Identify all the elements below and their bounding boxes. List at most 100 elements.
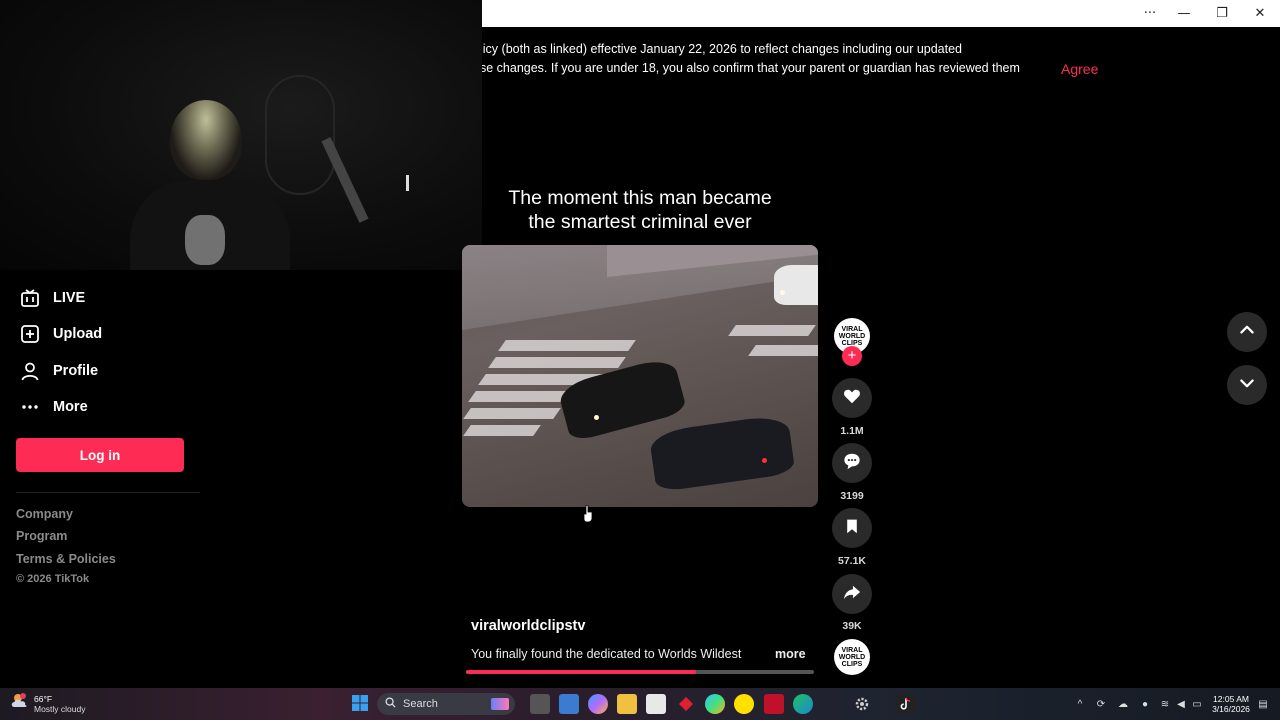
cloud-icon[interactable]: ☁ [1116, 697, 1130, 711]
chevron-up-icon [1239, 322, 1255, 343]
sidebar-item-label: LIVE [53, 290, 86, 306]
weather-temperature: 66°F [34, 693, 53, 704]
black-sports-car [556, 355, 688, 443]
wifi-icon[interactable]: ≋ [1158, 697, 1172, 711]
search-icon [385, 697, 396, 711]
sidebar-item-more[interactable]: More [16, 391, 88, 423]
gear-icon[interactable] [852, 694, 872, 714]
battery-icon[interactable]: ▭ [1190, 697, 1204, 711]
copyright-text: © 2026 TikTok [16, 573, 90, 585]
login-button[interactable]: Log in [16, 438, 184, 472]
restore-button[interactable]: ❐ [1204, 0, 1240, 27]
video-caption-line-2: the smartest criminal ever [528, 211, 752, 233]
video-author[interactable]: viralworldclipstv [471, 618, 585, 634]
avatar-text: VIRAL WORLD CLIPS [838, 646, 866, 668]
webcam-overlay [0, 0, 482, 270]
sidebar-item-profile[interactable]: Profile [16, 355, 98, 387]
comment-count: 3199 [840, 490, 864, 502]
video-progress-bar[interactable] [466, 670, 814, 674]
share-button[interactable] [832, 574, 872, 614]
microphone-icon[interactable]: ● [1138, 697, 1152, 711]
chevron-up-icon[interactable]: ^ [1073, 697, 1087, 711]
headlight [594, 415, 599, 420]
microphone-shape [265, 75, 335, 195]
edge-icon[interactable] [793, 694, 813, 714]
black-suv [648, 413, 796, 493]
sidebar-item-label: Upload [53, 326, 103, 342]
video-progress-fill [466, 670, 696, 674]
crosswalk-stripe [728, 325, 816, 336]
policy-banner: licy (both as linked) effective January … [480, 27, 1280, 87]
file-explorer-icon[interactable] [617, 694, 637, 714]
tiktok-icon[interactable] [896, 694, 916, 714]
sidebar-item-label: More [53, 399, 88, 415]
footer-link-terms[interactable]: Terms & Policies [16, 552, 116, 566]
agree-button[interactable]: Agree [1061, 61, 1098, 77]
clock-time: 12:05 AM [1213, 694, 1249, 704]
video-caption: The moment this man became the smartest … [462, 186, 818, 234]
sound-avatar[interactable]: VIRAL WORLD CLIPS [834, 639, 870, 675]
headlight [780, 290, 785, 295]
security-app-icon[interactable] [764, 694, 784, 714]
snapchat-icon[interactable] [734, 694, 754, 714]
file-app-icon[interactable] [559, 694, 579, 714]
app-diamond-icon[interactable] [676, 694, 696, 714]
task-view-icon[interactable] [530, 694, 550, 714]
mouse-cursor-icon [583, 504, 593, 528]
sync-icon[interactable]: ⟳ [1094, 697, 1108, 711]
heart-icon [843, 387, 861, 410]
crosswalk-stripe [498, 340, 636, 351]
share-count: 39K [842, 620, 862, 632]
next-video-button[interactable] [1227, 365, 1267, 405]
save-button[interactable] [832, 508, 872, 548]
like-button[interactable] [832, 378, 872, 418]
copilot-icon[interactable] [588, 694, 608, 714]
shirt-graphic-shape [185, 215, 225, 265]
policy-banner-text-2: se changes. If you are under 18, you als… [480, 61, 1020, 75]
comment-button[interactable] [832, 443, 872, 483]
notification-icon[interactable]: ▤ [1256, 697, 1270, 711]
comment-icon [843, 452, 861, 475]
live-icon [16, 284, 44, 312]
share-icon [843, 583, 861, 606]
footer-link-company[interactable]: Company [16, 507, 73, 521]
close-button[interactable]: ✕ [1242, 0, 1278, 27]
minimize-button[interactable]: — [1166, 0, 1202, 27]
windows-taskbar: 66°F Mostly cloudy Search ^ ⟳ ☁ ● ≋ ◀ ▭ … [0, 688, 1280, 720]
taskbar-clock[interactable]: 12:05 AM 3/16/2026 [1206, 694, 1256, 714]
follow-button[interactable]: + [842, 346, 862, 366]
weather-widget[interactable]: 66°F Mostly cloudy [10, 692, 86, 715]
window-options-button[interactable]: ··· [1132, 0, 1168, 27]
save-count: 57.1K [837, 555, 867, 567]
upload-icon [16, 320, 44, 348]
video-caption-line-1: The moment this man became [508, 187, 772, 209]
lamp-shape [406, 175, 409, 191]
volume-icon[interactable]: ◀ [1174, 697, 1188, 711]
search-highlight-icon [491, 698, 509, 710]
sidebar-item-label: Profile [53, 363, 99, 379]
sidebar-item-upload[interactable]: Upload [16, 318, 102, 350]
taskbar-search[interactable]: Search [377, 693, 515, 715]
start-button[interactable] [350, 694, 370, 714]
clock-date: 3/16/2026 [1212, 704, 1250, 714]
sidebar-divider [16, 492, 200, 493]
previous-video-button[interactable] [1227, 312, 1267, 352]
crosswalk-stripe [463, 408, 561, 419]
search-label: Search [403, 698, 438, 710]
profile-icon [16, 357, 44, 385]
sidebar-item-live[interactable]: LIVE [16, 282, 85, 314]
browser-icon[interactable] [705, 694, 725, 714]
window-titlebar: ··· — ❐ ✕ [482, 0, 1280, 27]
white-car [774, 265, 818, 305]
video-description: You finally found the dedicated to World… [471, 647, 742, 661]
tail-light [762, 458, 767, 463]
cloudy-weather-icon [10, 692, 30, 715]
description-more-link[interactable]: more [775, 647, 806, 661]
person-head-shape [170, 100, 242, 180]
footer-link-program[interactable]: Program [16, 529, 67, 543]
bookmark-icon [844, 518, 860, 539]
video-player[interactable] [462, 245, 818, 507]
avatar-text: VIRAL WORLD CLIPS [838, 325, 866, 347]
crosswalk-stripe [488, 357, 626, 368]
store-icon[interactable] [646, 694, 666, 714]
